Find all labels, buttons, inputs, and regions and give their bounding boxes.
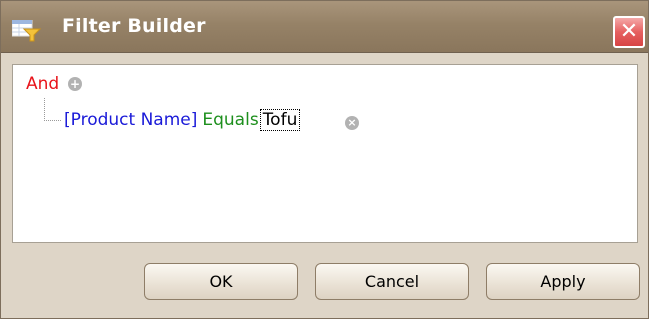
ok-button[interactable]: OK (144, 263, 298, 300)
dialog-title: Filter Builder (62, 15, 206, 37)
filter-editor[interactable]: And + [Product Name] Equals Tofu × (12, 64, 638, 243)
add-condition-icon[interactable]: + (68, 77, 82, 91)
filter-builder-dialog: Filter Builder ✕ And + [Product Name] Equ… (0, 0, 649, 319)
tree-connector (44, 98, 61, 121)
title-bar[interactable]: Filter Builder ✕ (1, 1, 648, 53)
close-button[interactable]: ✕ (613, 16, 645, 48)
filter-table-icon (12, 20, 42, 42)
filter-condition: [Product Name] Equals Tofu (64, 109, 301, 131)
cancel-button[interactable]: Cancel (315, 263, 469, 300)
condition-value[interactable]: Tofu (259, 109, 301, 131)
condition-field[interactable]: [Product Name] (64, 110, 197, 130)
apply-button[interactable]: Apply (486, 263, 640, 300)
condition-operator[interactable]: Equals (202, 110, 258, 130)
dialog-footer: OK Cancel Apply (1, 244, 648, 319)
group-operator[interactable]: And (26, 74, 59, 94)
remove-condition-icon[interactable]: × (345, 116, 359, 130)
